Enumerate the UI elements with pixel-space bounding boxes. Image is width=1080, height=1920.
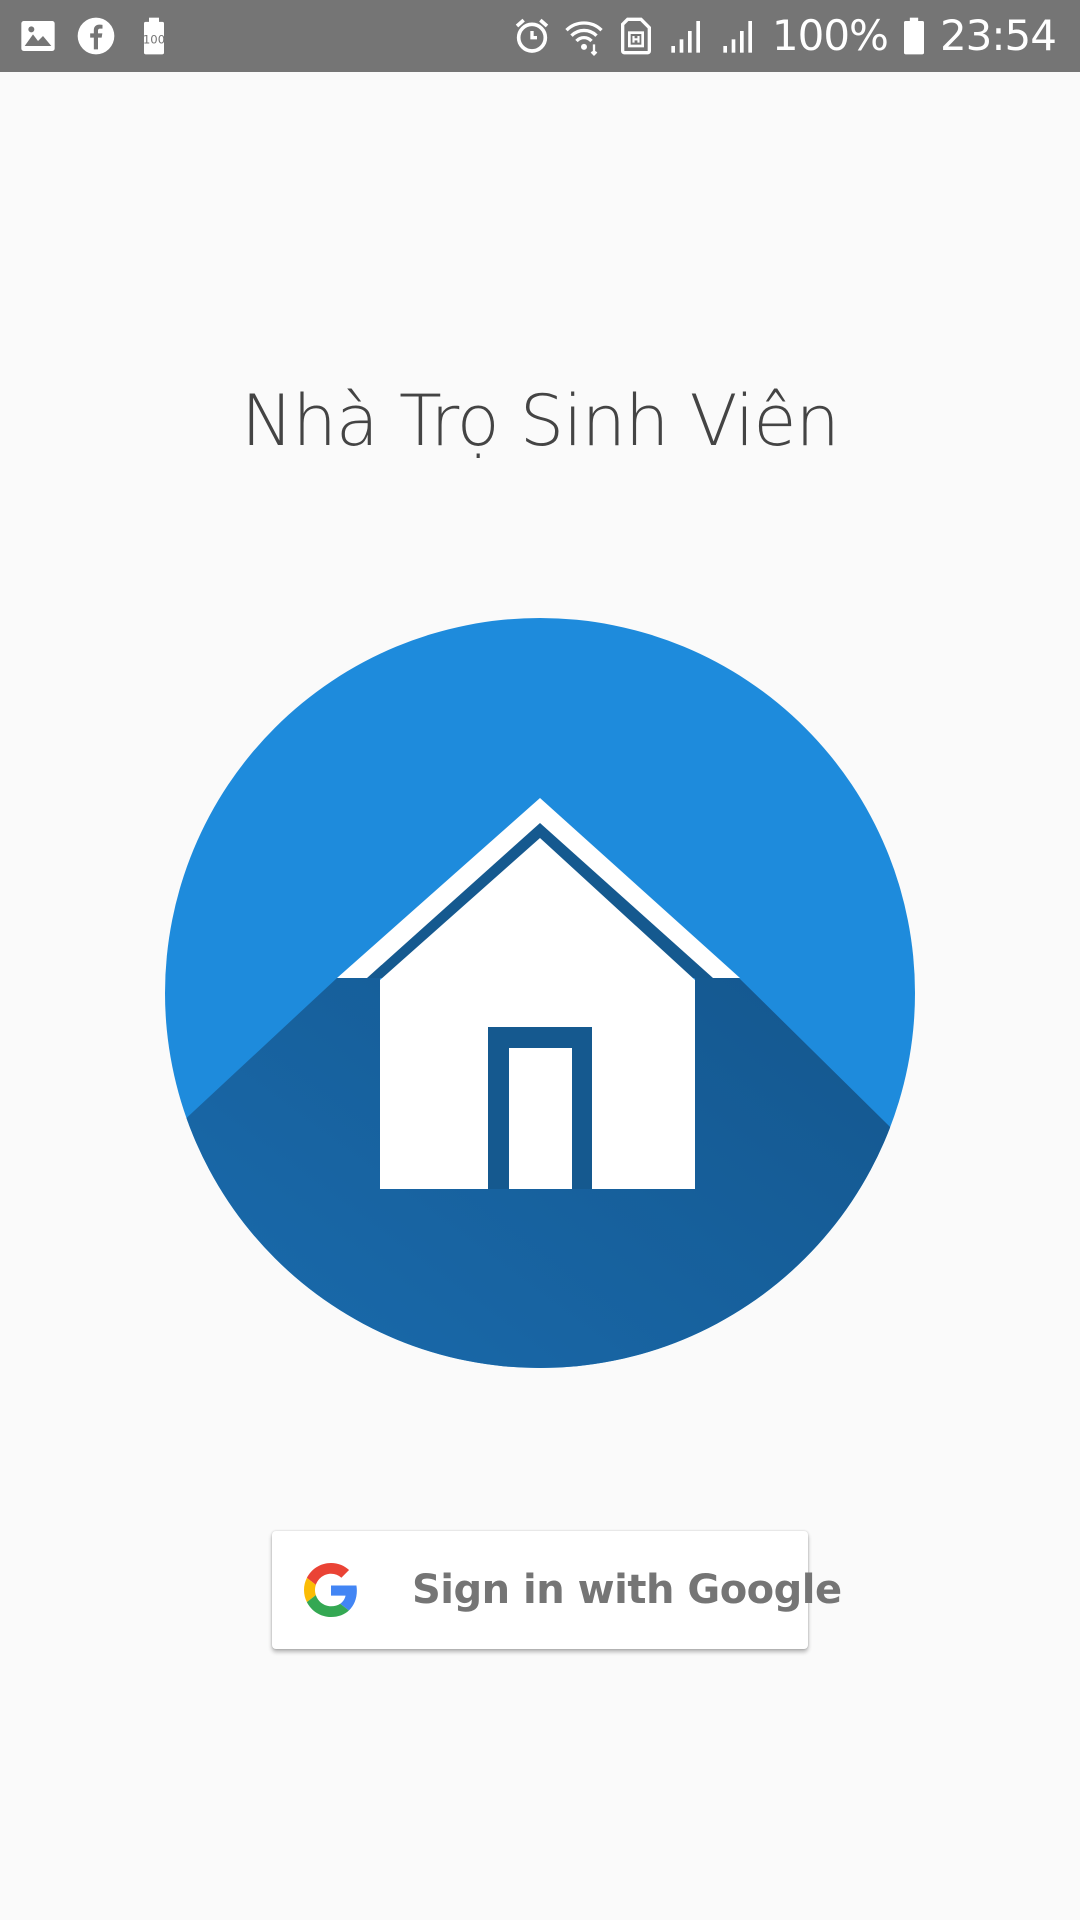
svg-text:100: 100 (143, 33, 165, 47)
facebook-icon (76, 16, 116, 56)
status-notifications: 100 (18, 14, 174, 58)
screen: 100 100% 23:54 Nhà Trọ Sinh Viên Sign in… (0, 0, 1080, 1920)
image-icon (18, 16, 58, 56)
signal-icon (720, 16, 760, 56)
app-title: Nhà Trọ Sinh Viên (241, 380, 840, 462)
house-icon (165, 618, 915, 1368)
google-icon (304, 1563, 358, 1617)
google-sign-in-button[interactable]: Sign in with Google (272, 1531, 842, 1649)
status-system: 100% 23:54 (512, 8, 1057, 64)
app-logo (165, 618, 915, 1368)
alarm-icon (512, 16, 552, 56)
sim-icon (616, 16, 656, 56)
signal-icon (668, 16, 708, 56)
wifi-icon (564, 16, 604, 56)
battery-saver-icon: 100 (134, 16, 174, 56)
google-sign-in-label: Sign in with Google (412, 1567, 842, 1613)
battery-icon (900, 16, 928, 56)
clock: 23:54 (939, 11, 1057, 60)
battery-percent: 100% (771, 11, 889, 60)
status-bar: 100 100% 23:54 (0, 0, 1080, 72)
